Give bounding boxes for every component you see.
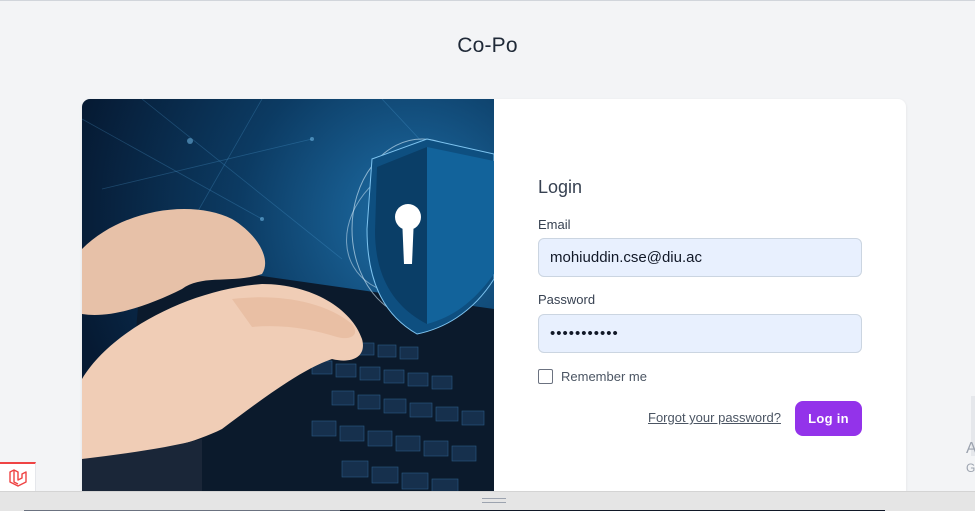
hero-image [82,99,494,499]
password-field[interactable] [538,314,862,353]
login-button[interactable]: Log in [795,401,862,436]
app-title: Co-Po [457,34,518,57]
resize-handle[interactable] [482,498,506,503]
login-form: Login Email Password Remember me Forgot … [494,99,906,499]
top-divider [0,0,975,1]
edge-text-g: G [966,461,975,475]
forgot-password-link[interactable]: Forgot your password? [648,410,781,425]
remember-me-checkbox[interactable] [538,369,553,384]
bottom-panel-bar [0,491,975,511]
laravel-badge[interactable] [0,462,36,492]
login-heading: Login [538,177,583,197]
remember-me-row: Remember me [538,369,647,384]
password-label: Password [538,292,596,307]
laravel-logo-icon [9,469,27,487]
remember-me-label: Remember me [561,369,647,384]
email-field[interactable] [538,238,862,277]
email-label: Email [538,217,571,232]
login-card: Login Email Password Remember me Forgot … [82,99,906,499]
security-shield-keyboard-image [82,99,494,499]
edge-text-a: A [966,440,975,457]
